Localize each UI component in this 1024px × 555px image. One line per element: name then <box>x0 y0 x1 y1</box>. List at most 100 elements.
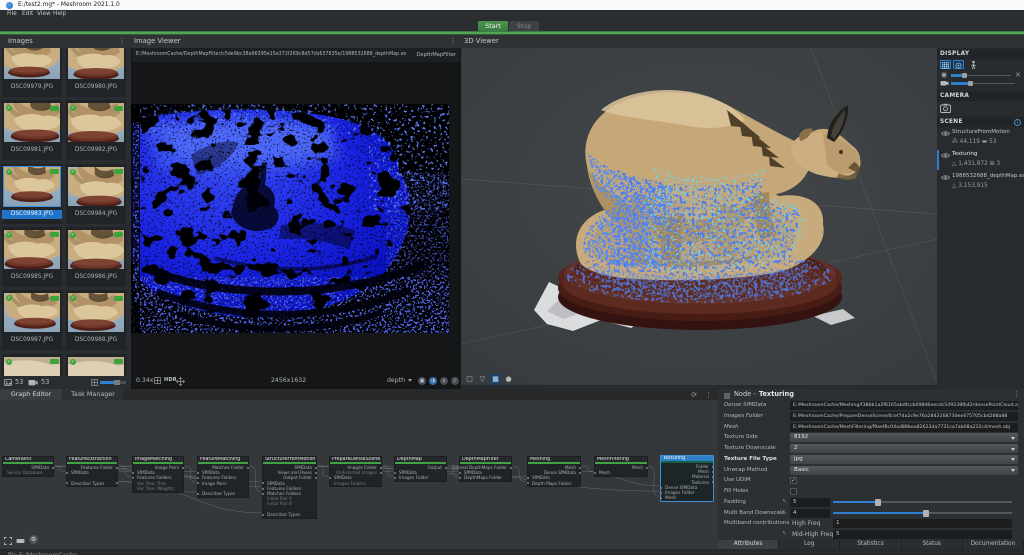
crosshair-icon[interactable] <box>176 377 184 385</box>
tab-documentation[interactable]: Documentation <box>963 540 1024 549</box>
port-dot[interactable] <box>132 477 134 479</box>
thumbnail-dsc09982[interactable]: ✓DSC09982.JPG <box>66 100 126 160</box>
menu-help[interactable]: Help <box>53 10 66 19</box>
menu-view[interactable]: View <box>37 10 51 19</box>
hdr-toggle[interactable]: HDR <box>164 372 177 389</box>
scene-item-2[interactable]: 1988532688_depthMap.exr△ 3,153,915 <box>937 171 1024 193</box>
port-dot[interactable] <box>660 487 662 489</box>
attr-checkbox[interactable]: ✓ <box>790 477 797 484</box>
start-button[interactable]: Start <box>478 21 508 31</box>
images-menu-icon[interactable]: ⋮ <box>118 37 126 46</box>
visibility-eye-icon[interactable] <box>941 130 950 137</box>
gain-icon[interactable]: ◑ <box>429 377 437 385</box>
port-dot[interactable] <box>197 482 199 484</box>
attr-value-field[interactable]: E:/MeshroomCache/Meshing/f38bb1a2f6165ab… <box>790 401 1018 410</box>
thumbnail-dsc09979[interactable]: ✓DSC09979.JPG <box>2 48 62 97</box>
attr-value-field[interactable]: E:/MeshroomCache/MeshFiltering/f9aef8c04… <box>790 423 1018 432</box>
port-dot[interactable] <box>182 467 184 469</box>
wireframe-mode-button[interactable]: ▽ <box>477 374 488 385</box>
port-dot[interactable] <box>329 477 331 479</box>
attr-checkbox[interactable] <box>790 488 797 495</box>
port-dot[interactable] <box>660 497 662 499</box>
port-dot[interactable] <box>510 467 512 469</box>
port-dot[interactable] <box>132 472 134 474</box>
thumbnail-dsc09980[interactable]: ✓DSC09980.JPG <box>66 48 126 97</box>
graph-node-structurefrommotion[interactable]: StructureFromMotionSfMDataViews and Pose… <box>262 456 317 519</box>
port-dot[interactable] <box>197 472 199 474</box>
thumbnail-size-slider[interactable] <box>100 381 126 384</box>
port-dot[interactable] <box>380 472 382 474</box>
graph-node-preparedensescene[interactable]: PrepareDenseSceneImages FolderUndistorte… <box>329 456 382 487</box>
port-dot[interactable] <box>315 472 317 474</box>
attr-combo[interactable]: 2 <box>790 444 1018 453</box>
viewer3d-viewport[interactable] <box>461 48 937 385</box>
thumbnail-dsc09983[interactable]: ✓DSC09983.JPG <box>2 164 62 224</box>
tab-log[interactable]: Log <box>779 540 840 549</box>
port-dot[interactable] <box>579 472 581 474</box>
attr-value-box[interactable]: 5 <box>790 498 830 507</box>
menu-file[interactable]: File <box>7 10 17 19</box>
port-dot[interactable] <box>712 471 714 473</box>
grid-toggle[interactable] <box>940 60 951 69</box>
port-dot[interactable] <box>527 477 529 479</box>
tab-attributes[interactable]: Attributes <box>718 540 779 549</box>
port-dot[interactable] <box>459 477 461 479</box>
thumbnail-partial-10[interactable]: ✓ <box>2 354 62 377</box>
thumbnail-dsc09985[interactable]: ✓DSC09985.JPG <box>2 227 62 287</box>
attr-value-box[interactable]: 4 <box>790 509 830 518</box>
port-dot[interactable] <box>660 492 662 494</box>
attr-slider-handle[interactable] <box>875 499 881 506</box>
graph-node-depthmap[interactable]: DepthMapOutputSfMDataImages Folder <box>394 456 447 482</box>
thumbnail-dsc09986[interactable]: ✓DSC09986.JPG <box>66 227 126 287</box>
port-dot[interactable] <box>394 477 396 479</box>
graph-node-depthmapfilter[interactable]: DepthMapFilterFiltered DepthMaps FolderS… <box>459 456 512 482</box>
depth-map-image[interactable] <box>131 62 461 374</box>
graph-menu-icon[interactable]: ⋮ <box>705 390 712 400</box>
tab-status[interactable]: Status <box>902 540 963 549</box>
port-dot[interactable] <box>315 477 317 479</box>
thumbnail-dsc09984[interactable]: ✓DSC09984.JPG <box>66 164 126 224</box>
tab-graph-editor[interactable]: Graph Editor <box>0 389 62 400</box>
tab-task-manager[interactable]: Task Manager <box>63 389 123 400</box>
thumbnail-partial-11[interactable]: ✓ <box>66 354 126 377</box>
fit-graph-icon[interactable] <box>4 530 12 549</box>
scene-info-icon[interactable]: i <box>1014 119 1021 126</box>
point-size-slider[interactable] <box>951 75 1011 77</box>
port-dot[interactable] <box>394 472 396 474</box>
locator-toggle[interactable] <box>969 60 978 70</box>
graph-node-featurematching[interactable]: FeatureMatchingMatches FolderSfMDataFeat… <box>197 456 249 498</box>
scene-item-0[interactable]: StructureFromMotion⁂ 44,119 ▬ 53 <box>937 127 1024 149</box>
port-dot[interactable] <box>712 481 714 483</box>
port-dot[interactable] <box>579 467 581 469</box>
thumbnail-dsc09981[interactable]: ✓DSC09981.JPG <box>2 100 62 160</box>
pixel-grid-icon[interactable] <box>154 377 161 384</box>
attr-combo[interactable]: jpg <box>790 455 1018 464</box>
menu-edit[interactable]: Edit <box>22 10 33 19</box>
graph-node-imagematching[interactable]: ImageMatchingImage PairsSfMDataFeatures … <box>132 456 184 493</box>
scene-item-1[interactable]: Texturing△ 1,431,872 ⊞ 3 <box>937 149 1024 171</box>
graph-node-meshing[interactable]: MeshingMeshDense SfMDataSfMDataDepth Map… <box>527 456 581 487</box>
textured-mode-button[interactable]: ▦ <box>490 374 501 385</box>
node-panel-menu-icon[interactable]: ⋮ <box>1013 389 1020 400</box>
port-dot[interactable] <box>459 472 461 474</box>
tab-statistics[interactable]: Statistics <box>840 540 901 549</box>
port-dot[interactable] <box>646 467 648 469</box>
port-dot[interactable] <box>315 467 317 469</box>
info-icon[interactable]: i <box>451 377 459 385</box>
refresh-icon[interactable]: ⟳ <box>691 390 697 400</box>
attr-subfield[interactable]: 5 <box>833 530 1012 539</box>
inspector-close-icon[interactable]: ✕ <box>1015 71 1022 79</box>
graph-node-meshfiltering[interactable]: MeshFilteringMeshMesh <box>594 456 648 477</box>
image-viewer-menu-icon[interactable]: ⋮ <box>449 37 457 46</box>
port-dot[interactable] <box>116 467 118 469</box>
port-dot[interactable] <box>262 493 264 495</box>
port-dot[interactable] <box>197 493 199 495</box>
attr-value-field[interactable]: E:/MeshroomCache/PrepareDenseScene/6cef7… <box>790 412 1018 421</box>
channel-select[interactable]: depth <box>387 372 405 389</box>
camera-scale-slider[interactable] <box>951 83 1015 85</box>
port-dot[interactable] <box>380 467 382 469</box>
port-dot[interactable] <box>66 472 68 474</box>
stop-button[interactable]: Stop <box>509 21 539 31</box>
port-dot[interactable] <box>66 482 68 484</box>
thumbnail-dsc09988[interactable]: ✓DSC09988.JPG <box>66 290 126 350</box>
